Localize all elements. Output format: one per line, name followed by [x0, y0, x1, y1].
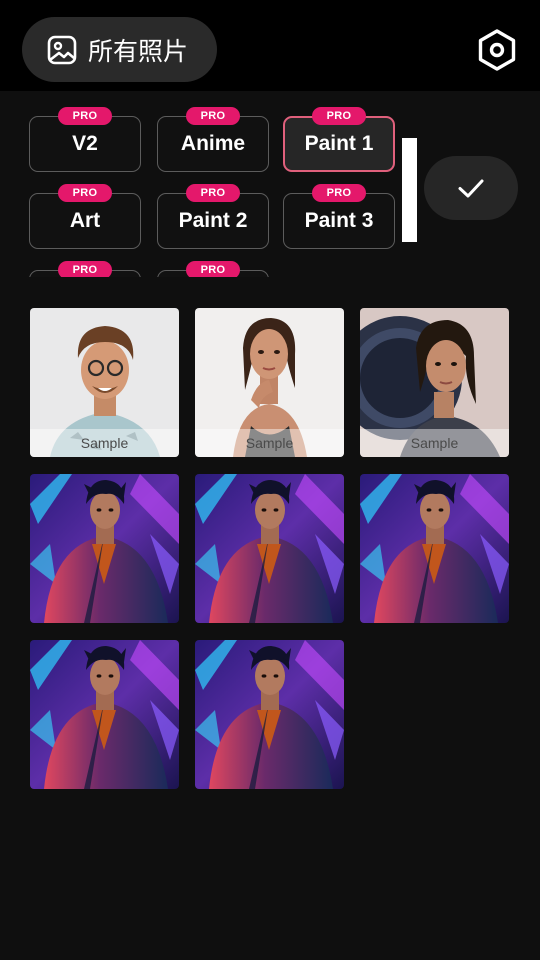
pro-badge: PRO: [312, 184, 366, 202]
style-chip-label: V2: [72, 132, 98, 155]
confirm-button[interactable]: [424, 156, 518, 220]
photo-grid: Sample Sample Sample: [30, 308, 510, 790]
album-label: 所有照片: [88, 36, 189, 66]
hexagon-settings-icon[interactable]: [475, 28, 519, 72]
sample-photo-thumbnail[interactable]: Sample: [30, 308, 179, 457]
photo-thumbnail[interactable]: [30, 640, 179, 789]
pro-badge: PRO: [312, 107, 366, 125]
photo-thumbnail[interactable]: [30, 474, 179, 623]
sample-label: Sample: [195, 429, 344, 457]
pro-badge: PRO: [186, 107, 240, 125]
pro-badge: PRO: [186, 261, 240, 277]
pro-badge: PRO: [186, 184, 240, 202]
style-chip-label: Paint 3: [304, 209, 374, 232]
style-chip-label: Art: [69, 209, 101, 232]
style-scrollbar[interactable]: [402, 138, 417, 242]
neon-portrait-image: [195, 640, 344, 789]
style-selector: V2 PRO Anime PRO Paint 1 PRO Art PRO Paint 2 PRO P…: [28, 105, 398, 277]
album-selector-button[interactable]: 所有照片: [22, 17, 217, 82]
photo-thumbnail[interactable]: [195, 474, 344, 623]
pro-badge: PRO: [58, 261, 112, 277]
sample-photo-thumbnail[interactable]: Sample: [195, 308, 344, 457]
pro-badge: PRO: [58, 107, 112, 125]
sample-photo-thumbnail[interactable]: Sample: [360, 308, 509, 457]
pro-badge: PRO: [58, 184, 112, 202]
photo-thumbnail[interactable]: [360, 474, 509, 623]
top-bar: 所有照片: [0, 0, 540, 91]
neon-portrait-image: [360, 474, 509, 623]
style-chip-label: Paint 1: [304, 132, 374, 155]
neon-portrait-image: [30, 640, 179, 789]
checkmark-icon: [458, 179, 484, 198]
style-chip-label: Anime: [180, 132, 246, 155]
style-chip-label: Paint 2: [178, 209, 248, 232]
sample-label: Sample: [360, 429, 509, 457]
image-icon: [47, 35, 77, 64]
neon-portrait-image: [195, 474, 344, 623]
sample-label: Sample: [30, 429, 179, 457]
photo-thumbnail[interactable]: [195, 640, 344, 789]
neon-portrait-image: [30, 474, 179, 623]
